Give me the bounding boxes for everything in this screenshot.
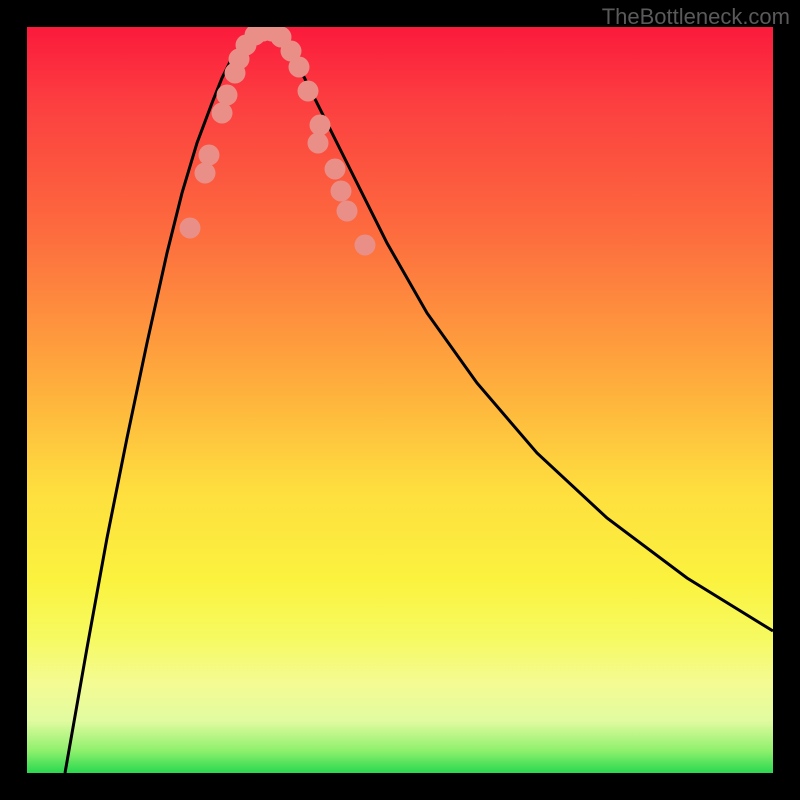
marker-dot <box>337 201 358 222</box>
marker-dot <box>217 85 238 106</box>
marker-dot <box>180 218 201 239</box>
chart-plot-area <box>27 27 773 773</box>
marker-dot <box>298 81 319 102</box>
marker-dot <box>331 181 352 202</box>
chart-frame: TheBottleneck.com <box>0 0 800 800</box>
marker-dot <box>355 235 376 256</box>
curve-right-branch <box>262 28 773 631</box>
marker-dot <box>199 145 220 166</box>
marker-dot <box>289 57 310 78</box>
marker-dot <box>195 163 216 184</box>
curve-left-branch <box>65 28 262 773</box>
marker-dot <box>212 103 233 124</box>
chart-svg <box>27 27 773 773</box>
marker-dot <box>308 133 329 154</box>
watermark-text: TheBottleneck.com <box>602 4 790 30</box>
marker-group <box>180 27 376 256</box>
marker-dot <box>325 159 346 180</box>
marker-dot <box>310 115 331 136</box>
